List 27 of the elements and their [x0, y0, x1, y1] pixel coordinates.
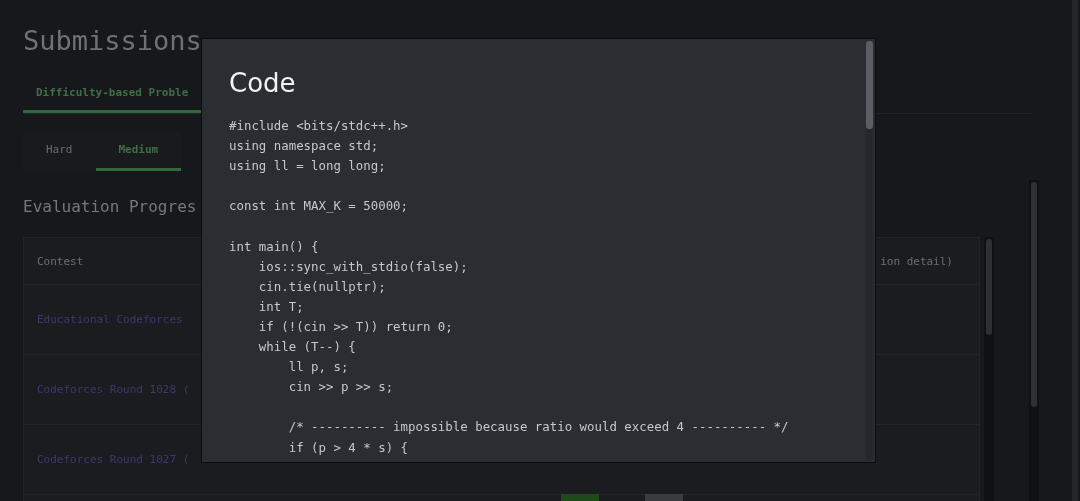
code-line: int T;	[257, 297, 304, 316]
scrollbar[interactable]	[866, 41, 873, 460]
page-title: Submissions	[23, 24, 202, 58]
code-line: const int MAX_K = 50000;	[229, 197, 409, 216]
code-line: cin.tie(nullptr);	[257, 277, 386, 296]
code-line: #include <bits/stdc++.h>	[229, 117, 409, 135]
contest-link[interactable]: Codeforces Round 1027 (	[37, 453, 190, 466]
scrollbar[interactable]	[1029, 180, 1039, 501]
contest-link[interactable]: Educational Codeforces	[37, 313, 183, 326]
contest-link[interactable]: Codeforces Round 1028 (	[37, 383, 190, 396]
dialog-title: Code	[229, 67, 297, 100]
code-line: using namespace std;	[229, 137, 379, 156]
column-header: Contest	[37, 254, 84, 268]
code-line: using ll = long long;	[229, 157, 386, 176]
column-header: ion detail)	[880, 254, 953, 268]
code-line: ios::sync_with_stdio(false);	[257, 257, 468, 276]
code-line: while (T--) {	[257, 338, 356, 357]
code-line: cin >> p >> s;	[287, 378, 394, 397]
code-line: if (!(cin >> T)) return 0;	[257, 317, 453, 336]
code-line: ll p, s;	[287, 358, 349, 377]
button[interactable]	[561, 494, 599, 501]
button[interactable]	[645, 494, 683, 501]
code-line: if (p > 4 * s) {	[287, 438, 409, 456]
code-line: int main() {	[229, 237, 319, 256]
section-title: Evaluation Progres	[23, 196, 197, 218]
scrollbar[interactable]	[984, 237, 994, 501]
code-line: /* ---------- impossible because ratio would exceed 4 ---------- */	[287, 418, 789, 437]
